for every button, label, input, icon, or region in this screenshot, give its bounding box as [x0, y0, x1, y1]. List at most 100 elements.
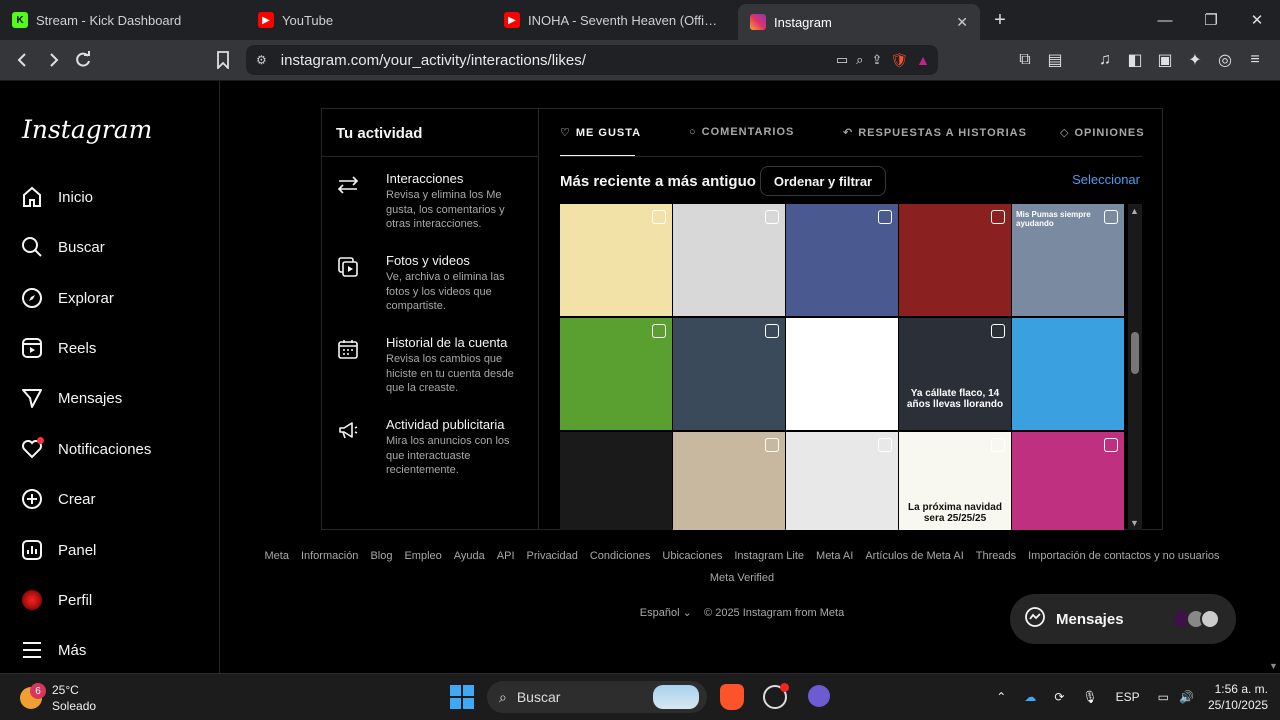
tab-respuestas[interactable]: ↶ RESPUESTAS A HISTORIAS — [843, 126, 1027, 140]
liked-post-thumbnail[interactable] — [673, 432, 785, 530]
footer-link[interactable]: Empleo — [404, 550, 441, 562]
browser-tab-youtube[interactable]: ▶ YouTube — [246, 0, 492, 40]
footer-link[interactable]: Meta — [264, 550, 288, 562]
brave-browser-icon[interactable] — [720, 684, 744, 710]
network-icon[interactable]: ▭ — [1158, 690, 1169, 704]
liked-post-thumbnail[interactable] — [786, 432, 898, 530]
browser-tab-inoha[interactable]: ▶ INOHA - Seventh Heaven (Official To — [492, 0, 738, 40]
vpn-icon[interactable]: ◎ — [1210, 45, 1240, 75]
footer-link[interactable]: Privacidad — [527, 550, 578, 562]
grid-scrollbar[interactable]: ▲ ▼ — [1128, 204, 1142, 530]
sync-icon[interactable]: ⟳ — [1054, 690, 1064, 704]
language-select[interactable]: Español ⌄ — [640, 607, 692, 619]
brave-rewards-icon[interactable]: ▲ — [916, 52, 930, 69]
brave-shields-icon[interactable]: 🛡 — [890, 52, 908, 69]
address-bar[interactable]: ⚙ instagram.com/your_activity/interactio… — [246, 45, 938, 75]
liked-post-thumbnail[interactable] — [673, 204, 785, 316]
footer-link[interactable]: Condiciones — [590, 550, 651, 562]
footer-link[interactable]: Artículos de Meta AI — [865, 550, 963, 562]
menu-icon[interactable]: ≡ — [1240, 45, 1270, 75]
new-tab-button[interactable]: + — [980, 9, 1020, 32]
liked-post-thumbnail[interactable] — [786, 204, 898, 316]
tab-comentarios[interactable]: ○ COMENTARIOS — [689, 126, 794, 138]
page-scrollbar[interactable]: ▼ — [1266, 81, 1280, 673]
extensions-icon[interactable]: ⧉ — [1010, 45, 1040, 75]
browser-tab-kick[interactable]: K Stream - Kick Dashboard — [0, 0, 246, 40]
liked-post-thumbnail[interactable] — [673, 318, 785, 430]
close-tab-icon[interactable]: ✕ — [956, 14, 968, 31]
zoom-icon[interactable]: ⌕ — [856, 52, 863, 69]
instagram-logo[interactable]: Instagram — [22, 115, 152, 144]
liked-post-thumbnail[interactable] — [1012, 432, 1124, 530]
nav-item-perfil[interactable]: Perfil — [20, 580, 210, 620]
tab-me-gusta[interactable]: ♡ ME GUSTA — [560, 126, 641, 140]
footer-link[interactable]: Threads — [976, 550, 1016, 562]
chevron-up-icon[interactable]: ⌃ — [996, 690, 1006, 704]
messages-pill[interactable]: Mensajes — [1010, 594, 1236, 644]
weather-widget[interactable]: 6 25°C Soleado — [20, 682, 96, 714]
liked-post-thumbnail[interactable]: La próxima navidad sera 25/25/25 — [899, 432, 1011, 530]
liked-post-thumbnail[interactable] — [1012, 318, 1124, 430]
windows-start-icon[interactable] — [450, 685, 474, 709]
footer-link[interactable]: Instagram Lite — [734, 550, 804, 562]
clock[interactable]: 1:56 a. m. 25/10/2025 — [1208, 681, 1268, 713]
liked-post-thumbnail[interactable]: Mis Pumas siempre ayudando — [1012, 204, 1124, 316]
footer-link[interactable]: Importación de contactos y no usuarios — [1028, 550, 1219, 562]
restore-icon[interactable]: ❐ — [1188, 0, 1234, 40]
share-icon[interactable]: ⇪ — [871, 52, 882, 69]
browser-tab-instagram[interactable]: Instagram ✕ — [738, 4, 980, 40]
taskbar-search[interactable]: ⌕ Buscar — [487, 681, 707, 713]
reload-icon[interactable] — [68, 45, 98, 75]
chat-app-icon[interactable] — [763, 683, 789, 709]
forward-icon[interactable] — [38, 45, 68, 75]
liked-post-thumbnail[interactable] — [899, 204, 1011, 316]
tab-opiniones[interactable]: ◇ OPINIONES — [1060, 126, 1145, 140]
nav-item-panel[interactable]: Panel — [20, 530, 210, 570]
footer-link[interactable]: Información — [301, 550, 358, 562]
scroll-up-icon[interactable]: ▲ — [1130, 206, 1139, 216]
footer-link[interactable]: Ubicaciones — [662, 550, 722, 562]
liked-post-thumbnail[interactable] — [560, 432, 672, 530]
nav-item-inicio[interactable]: Inicio — [20, 177, 210, 217]
nav-item-buscar[interactable]: Buscar — [20, 227, 210, 267]
bookmark-icon[interactable] — [208, 45, 238, 75]
microphone-icon[interactable]: 🎙 — [1082, 690, 1097, 704]
leo-ai-icon[interactable]: ✦ — [1180, 45, 1210, 75]
sort-filter-button[interactable]: Ordenar y filtrar — [760, 166, 886, 196]
liked-post-thumbnail[interactable]: Ya cállate flaco, 14 años llevas llorand… — [899, 318, 1011, 430]
close-window-icon[interactable]: ✕ — [1234, 0, 1280, 40]
footer-link[interactable]: API — [497, 550, 515, 562]
scroll-down-icon[interactable]: ▼ — [1269, 661, 1278, 671]
volume-icon[interactable]: 🔊 — [1179, 690, 1194, 704]
sidebar-icon[interactable]: ◧ — [1120, 45, 1150, 75]
nav-item-mensajes[interactable]: Mensajes — [20, 378, 210, 418]
liked-post-thumbnail[interactable] — [560, 204, 672, 316]
activity-item-interacciones[interactable]: Interacciones Revisa y elimina los Me gu… — [336, 171, 526, 231]
wallet-icon[interactable]: ▣ — [1150, 45, 1180, 75]
nav-item-mas[interactable]: Más — [20, 630, 210, 670]
footer-link[interactable]: Meta AI — [816, 550, 853, 562]
liked-post-thumbnail[interactable] — [560, 318, 672, 430]
site-settings-icon[interactable]: ⚙ — [256, 53, 267, 67]
activity-item-publicitaria[interactable]: Actividad publicitaria Mira los anuncios… — [336, 417, 526, 477]
media-icon[interactable]: ♫ — [1090, 45, 1120, 75]
nav-item-notificaciones[interactable]: Notificaciones — [20, 429, 210, 469]
onedrive-icon[interactable]: ☁ — [1024, 690, 1036, 704]
scroll-thumb[interactable] — [1131, 332, 1139, 374]
scroll-down-icon[interactable]: ▼ — [1130, 518, 1139, 528]
footer-link[interactable]: Blog — [370, 550, 392, 562]
cast-icon[interactable]: ▭ — [836, 52, 848, 69]
liked-post-thumbnail[interactable] — [786, 318, 898, 430]
footer-link[interactable]: Ayuda — [454, 550, 485, 562]
footer-link[interactable]: Meta Verified — [710, 572, 774, 584]
select-link[interactable]: Seleccionar — [1072, 172, 1140, 187]
activity-item-fotos-videos[interactable]: Fotos y videos Ve, archiva o elimina las… — [336, 253, 526, 313]
minimize-icon[interactable]: — — [1142, 0, 1188, 40]
reader-icon[interactable]: ▤ — [1040, 45, 1070, 75]
nav-item-reels[interactable]: Reels — [20, 328, 210, 368]
back-icon[interactable] — [8, 45, 38, 75]
nav-item-crear[interactable]: Crear — [20, 479, 210, 519]
nav-item-explorar[interactable]: Explorar — [20, 278, 210, 318]
discord-like-icon[interactable] — [808, 685, 830, 707]
language-indicator[interactable]: ESP — [1116, 690, 1140, 704]
